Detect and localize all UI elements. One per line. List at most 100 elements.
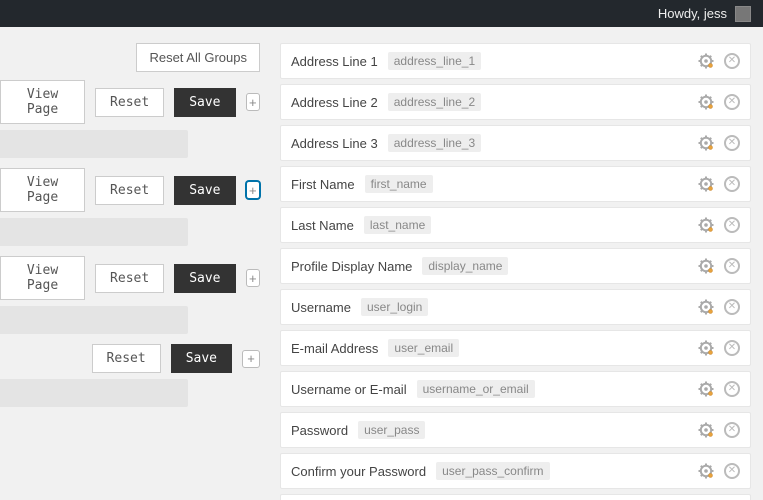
group-1-placeholder-bar — [0, 218, 188, 246]
field-row[interactable]: Address Line 1 address_line_1 ✕ — [280, 43, 751, 79]
field-actions: ✕ — [698, 135, 740, 151]
group-2-buttons: View Page Reset Save + — [0, 256, 270, 306]
workspace: Reset All Groups View PageResetSave+View… — [0, 27, 763, 500]
field-actions: ✕ — [698, 176, 740, 192]
group-2-placeholder-bar — [0, 306, 188, 334]
field-row[interactable]: Address Line 3 address_line_3 ✕ — [280, 125, 751, 161]
gear-icon[interactable] — [698, 94, 714, 110]
field-label: Profile Display Name — [291, 259, 412, 274]
group-3-placeholder-bar — [0, 379, 188, 407]
field-row[interactable]: E-mail Address user_email ✕ — [280, 330, 751, 366]
remove-icon[interactable]: ✕ — [724, 422, 740, 438]
field-row[interactable]: Confirm your Password user_pass_confirm ✕ — [280, 453, 751, 489]
group-2: View Page Reset Save + — [0, 256, 270, 334]
field-label: First Name — [291, 177, 355, 192]
remove-icon[interactable]: ✕ — [724, 94, 740, 110]
remove-icon[interactable]: ✕ — [724, 217, 740, 233]
reset-button[interactable]: Reset — [95, 264, 164, 293]
view-page-button[interactable]: View Page — [0, 256, 85, 300]
group-1: View Page Reset Save + — [0, 168, 270, 246]
field-label: Password — [291, 423, 348, 438]
gear-icon[interactable] — [698, 176, 714, 192]
gear-icon[interactable] — [698, 135, 714, 151]
field-meta-key: address_line_3 — [388, 134, 481, 152]
avatar[interactable] — [735, 6, 751, 22]
remove-icon[interactable]: ✕ — [724, 176, 740, 192]
field-actions: ✕ — [698, 463, 740, 479]
gear-icon[interactable] — [698, 53, 714, 69]
field-actions: ✕ — [698, 422, 740, 438]
field-meta-key: first_name — [365, 175, 433, 193]
field-meta-key: last_name — [364, 216, 431, 234]
reset-button[interactable]: Reset — [92, 344, 161, 373]
left-panel: Reset All Groups View PageResetSave+View… — [0, 27, 280, 500]
add-icon[interactable]: + — [246, 269, 261, 287]
field-row[interactable]: Password Strength Meterpasswordstrength … — [280, 494, 751, 500]
field-meta-key: address_line_2 — [388, 93, 481, 111]
view-page-button[interactable]: View Page — [0, 168, 85, 212]
field-label: Address Line 3 — [291, 136, 378, 151]
group-0-placeholder-bar — [0, 130, 188, 158]
remove-icon[interactable]: ✕ — [724, 53, 740, 69]
field-actions: ✕ — [698, 299, 740, 315]
group-0: View Page Reset Save + — [0, 80, 270, 158]
save-button[interactable]: Save — [174, 88, 235, 117]
gear-icon[interactable] — [698, 258, 714, 274]
field-actions: ✕ — [698, 340, 740, 356]
field-meta-key: user_email — [388, 339, 459, 357]
field-row[interactable]: Address Line 2 address_line_2 ✕ — [280, 84, 751, 120]
field-row[interactable]: Password user_pass ✕ — [280, 412, 751, 448]
field-row[interactable]: Last Name last_name ✕ — [280, 207, 751, 243]
right-panel: Address Line 1address_line_1 ✕Address Li… — [280, 27, 763, 500]
field-actions: ✕ — [698, 94, 740, 110]
field-label: Last Name — [291, 218, 354, 233]
group-3: Reset Save + — [0, 344, 270, 407]
add-icon[interactable]: + — [246, 181, 261, 199]
group-3-buttons: Reset Save + — [0, 344, 270, 379]
field-meta-key: display_name — [422, 257, 508, 275]
field-label: Address Line 1 — [291, 54, 378, 69]
field-row[interactable]: Profile Display Name display_name ✕ — [280, 248, 751, 284]
field-label: Username or E-mail — [291, 382, 407, 397]
reset-all-groups-button[interactable]: Reset All Groups — [136, 43, 260, 72]
admin-topbar: Howdy, jess — [0, 0, 763, 27]
add-icon[interactable]: + — [246, 93, 261, 111]
field-meta-key: user_pass — [358, 421, 425, 439]
remove-icon[interactable]: ✕ — [724, 299, 740, 315]
remove-icon[interactable]: ✕ — [724, 340, 740, 356]
reset-button[interactable]: Reset — [95, 88, 164, 117]
field-row[interactable]: Username or E-mail username_or_email ✕ — [280, 371, 751, 407]
view-page-button[interactable]: View Page — [0, 80, 85, 124]
field-row[interactable]: Username user_login ✕ — [280, 289, 751, 325]
field-actions: ✕ — [698, 217, 740, 233]
field-label: Address Line 2 — [291, 95, 378, 110]
field-actions: ✕ — [698, 53, 740, 69]
group-1-buttons: View Page Reset Save + — [0, 168, 270, 218]
remove-icon[interactable]: ✕ — [724, 258, 740, 274]
greeting-text: Howdy, jess — [658, 6, 727, 21]
remove-icon[interactable]: ✕ — [724, 135, 740, 151]
reset-button[interactable]: Reset — [95, 176, 164, 205]
field-label: Confirm your Password — [291, 464, 426, 479]
field-meta-key: username_or_email — [417, 380, 535, 398]
gear-icon[interactable] — [698, 422, 714, 438]
field-meta-key: user_pass_confirm — [436, 462, 549, 480]
gear-icon[interactable] — [698, 381, 714, 397]
save-button[interactable]: Save — [174, 264, 235, 293]
gear-icon[interactable] — [698, 463, 714, 479]
field-row[interactable]: First Name first_name ✕ — [280, 166, 751, 202]
gear-icon[interactable] — [698, 217, 714, 233]
gear-icon[interactable] — [698, 299, 714, 315]
field-meta-key: address_line_1 — [388, 52, 481, 70]
field-actions: ✕ — [698, 381, 740, 397]
field-label: Username — [291, 300, 351, 315]
group-0-buttons: View Page Reset Save + — [0, 80, 270, 130]
save-button[interactable]: Save — [174, 176, 235, 205]
field-meta-key: user_login — [361, 298, 428, 316]
save-button[interactable]: Save — [171, 344, 232, 373]
gear-icon[interactable] — [698, 340, 714, 356]
field-label: E-mail Address — [291, 341, 378, 356]
add-icon[interactable]: + — [242, 350, 260, 368]
remove-icon[interactable]: ✕ — [724, 463, 740, 479]
remove-icon[interactable]: ✕ — [724, 381, 740, 397]
